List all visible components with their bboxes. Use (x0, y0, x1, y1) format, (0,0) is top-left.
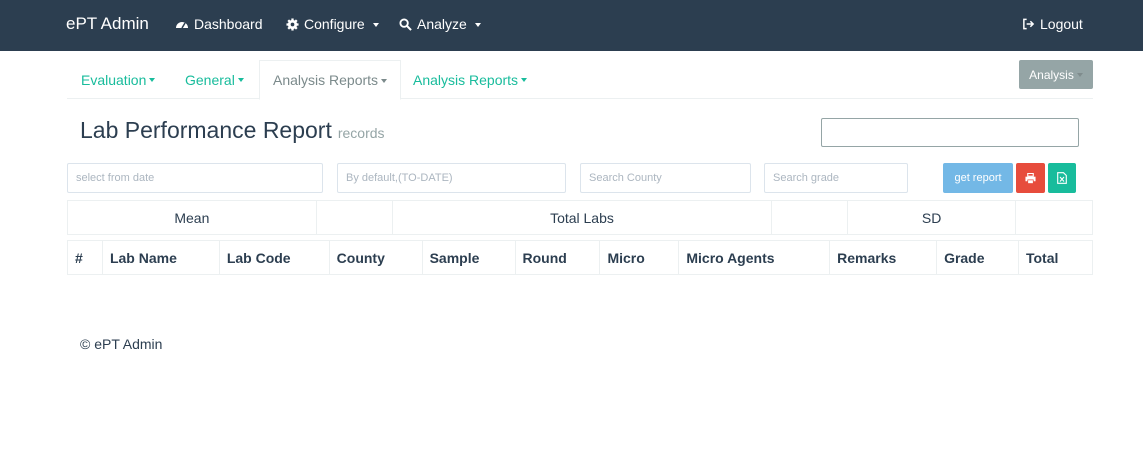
excel-export-button[interactable] (1048, 163, 1076, 193)
tab-analysis-reports[interactable]: Analysis Reports (413, 60, 528, 99)
nav-analyze-label: Analyze (417, 16, 467, 32)
caret-down-icon (372, 22, 379, 27)
column-header[interactable]: Total (1017, 240, 1094, 275)
nav-dashboard[interactable]: Dashboard (175, 16, 263, 32)
report-tabs: Evaluation General Analysis Reports Anal… (67, 60, 1093, 100)
column-header[interactable]: Micro Agents (678, 240, 831, 275)
page-heading: Lab Performance Report records (80, 117, 385, 144)
search-icon (399, 17, 412, 31)
column-header[interactable]: Micro (599, 240, 680, 275)
gear-icon (286, 17, 299, 31)
column-header[interactable]: Remarks (829, 240, 938, 275)
column-header[interactable]: Sample (421, 240, 516, 275)
top-navbar: ePT Admin Dashboard Configure Analyze Lo… (0, 0, 1143, 51)
brand-logo[interactable]: ePT Admin (66, 14, 149, 34)
table-header-row: # Lab Name Lab Code County Sample Round … (67, 240, 1094, 275)
to-date-input[interactable] (337, 163, 566, 193)
logout-icon (1023, 18, 1035, 30)
tab-analysis-reports-label: Analysis Reports (273, 72, 379, 88)
caret-down-icon (474, 22, 481, 27)
dashboard-icon (176, 22, 188, 29)
logout-label: Logout (1040, 16, 1083, 32)
column-header[interactable]: Grade (936, 240, 1019, 275)
logout-link[interactable]: Logout (1022, 16, 1083, 32)
tab-general[interactable]: General (185, 60, 244, 99)
county-search-input[interactable] (580, 163, 751, 193)
tab-general-label: General (185, 71, 235, 88)
summary-mean-label: Mean (67, 200, 317, 235)
get-report-button[interactable]: get report (943, 163, 1013, 193)
print-icon (1025, 172, 1036, 184)
table-search-input[interactable] (821, 118, 1079, 147)
caret-down-icon (1076, 73, 1083, 77)
caret-down-icon (149, 78, 156, 82)
nav-configure[interactable]: Configure (286, 16, 379, 32)
excel-icon (1057, 172, 1067, 184)
nav-configure-label: Configure (304, 16, 365, 32)
tab-evaluation-label: Evaluation (81, 71, 147, 88)
summary-sd-value (1015, 200, 1093, 235)
analysis-button-label: Analysis (1029, 67, 1074, 82)
caret-down-icon (237, 78, 244, 82)
tab-evaluation[interactable]: Evaluation (81, 60, 156, 99)
grade-search-input[interactable] (764, 163, 908, 193)
nav-dashboard-label: Dashboard (194, 16, 263, 32)
nav-analyze[interactable]: Analyze (399, 16, 481, 32)
column-header[interactable]: Lab Name (101, 240, 220, 275)
caret-down-icon (521, 78, 528, 82)
summary-table: Mean Total Labs SD (67, 200, 1093, 235)
page-title: Lab Performance Report (80, 117, 332, 143)
column-header[interactable]: Lab Code (218, 240, 330, 275)
page-subtitle: records (337, 125, 385, 141)
summary-sd-label: SD (847, 200, 1017, 235)
analysis-dropdown-button[interactable]: Analysis (1019, 60, 1093, 89)
lab-performance-table: # Lab Name Lab Code County Sample Round … (67, 240, 1094, 275)
caret-down-icon (381, 78, 388, 83)
summary-total-labs-value (771, 200, 849, 235)
column-header[interactable]: County (328, 240, 423, 275)
tab-analysis-reports-label: Analysis Reports (413, 71, 519, 88)
from-date-input[interactable] (67, 163, 323, 193)
footer-copyright: © ePT Admin (80, 336, 163, 352)
column-header[interactable]: Round (514, 240, 601, 275)
column-header[interactable]: # (67, 240, 103, 275)
summary-total-labs-label: Total Labs (391, 200, 773, 235)
summary-mean-value (315, 200, 393, 235)
print-button[interactable] (1016, 163, 1045, 193)
tab-analysis-reports-active[interactable]: Analysis Reports (259, 60, 402, 100)
